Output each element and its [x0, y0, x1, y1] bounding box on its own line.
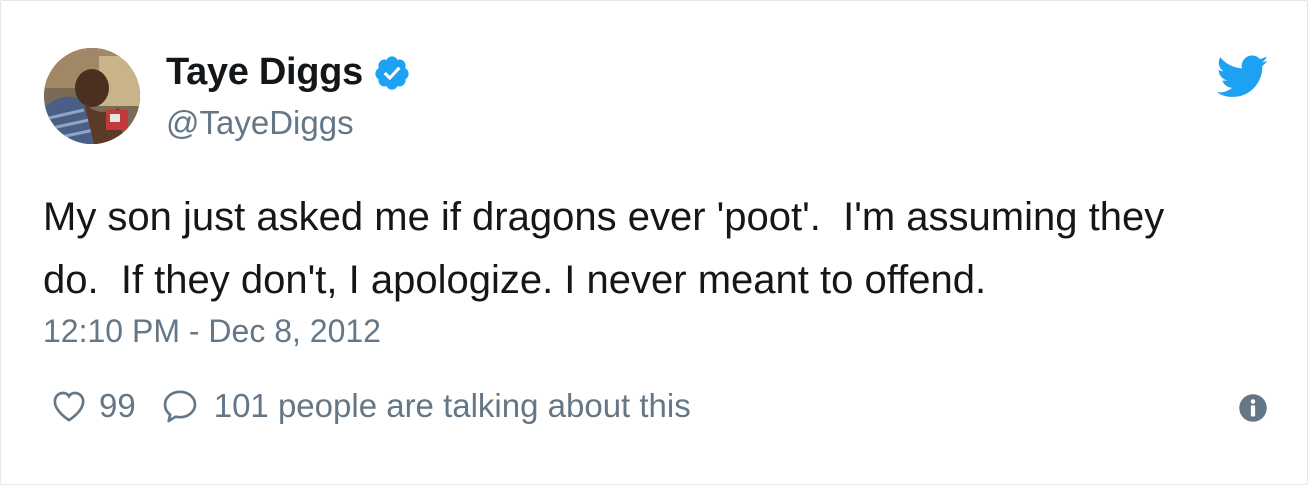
author-display-name[interactable]: Taye Diggs [166, 51, 363, 94]
verified-badge-icon [375, 55, 409, 90]
tweet-text: My son just asked me if dragons ever 'po… [43, 195, 1165, 302]
avatar[interactable] [44, 48, 140, 144]
tweet-actions: 99 101 people are talking about this [49, 386, 691, 426]
speech-bubble-icon[interactable] [160, 386, 200, 426]
tweet-timestamp[interactable]: 12:10 PM - Dec 8, 2012 [43, 313, 381, 350]
avatar-image [44, 48, 140, 144]
twitter-bird-icon[interactable] [1217, 55, 1269, 99]
author-name-row[interactable]: Taye Diggs [166, 51, 411, 94]
heart-icon[interactable] [49, 386, 89, 426]
author-handle[interactable]: @TayeDiggs [166, 104, 354, 142]
like-count[interactable]: 99 [99, 387, 136, 425]
info-icon[interactable] [1238, 393, 1268, 423]
talking-about-link[interactable]: 101 people are talking about this [214, 387, 691, 425]
tweet-card: Taye Diggs @TayeDiggs My son just asked … [0, 0, 1308, 485]
